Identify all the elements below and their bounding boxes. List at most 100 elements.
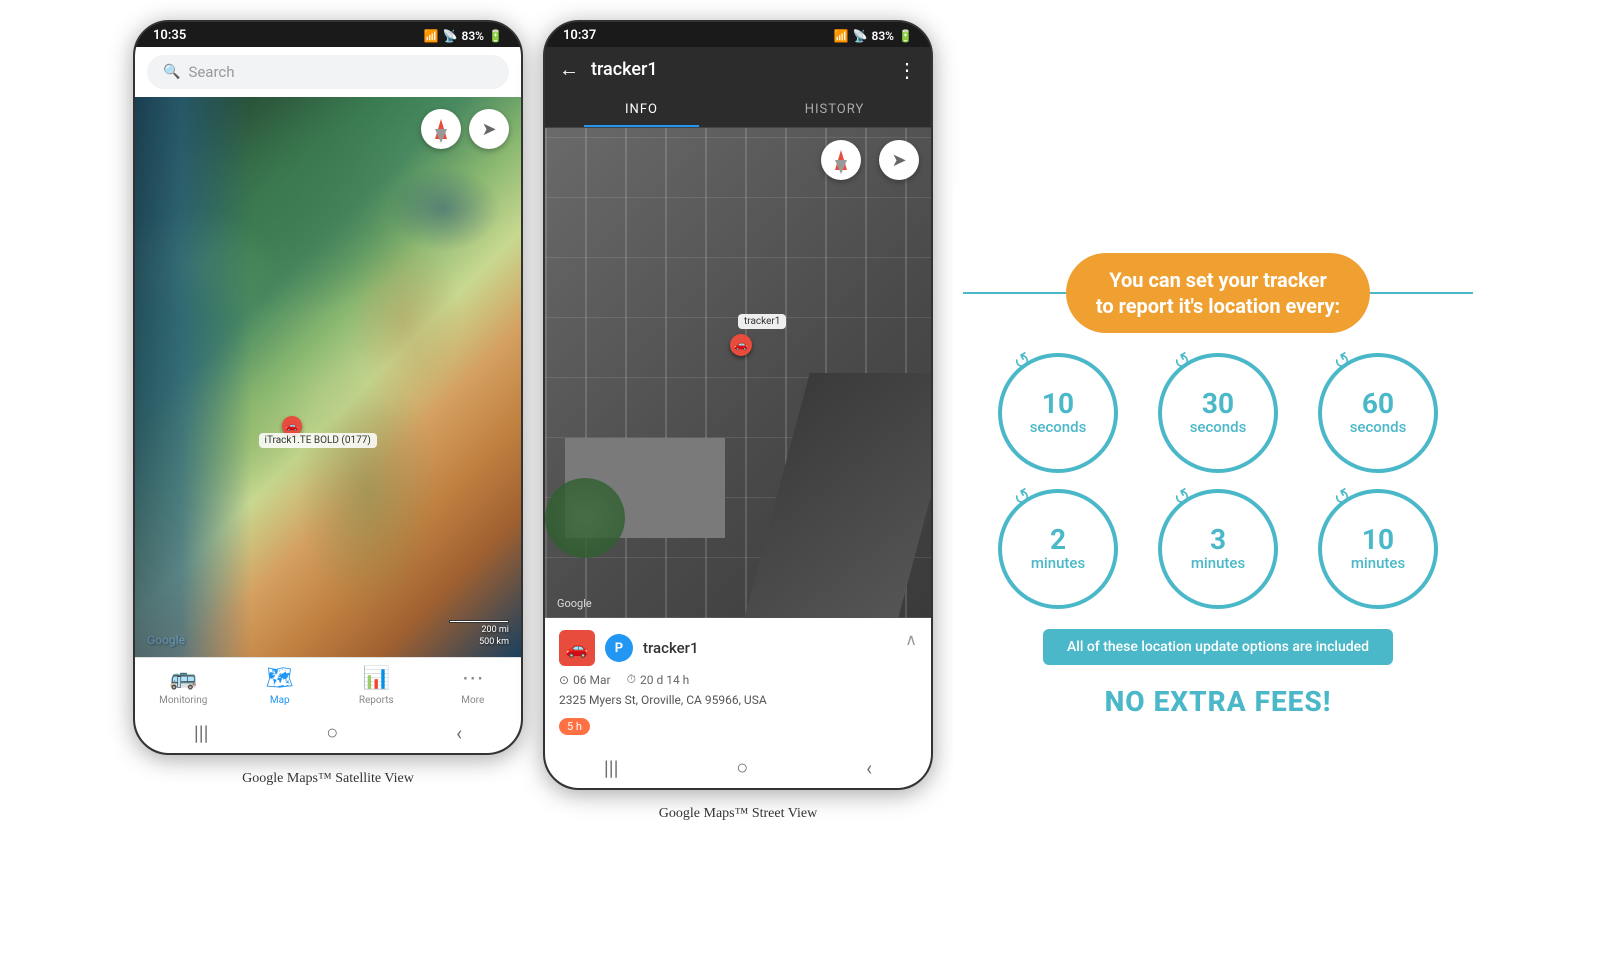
nav-monitoring[interactable]: 🚌 Monitoring xyxy=(135,658,232,712)
phone1-frame: 10:35 📶 📡 83% 🔋 🔍 Search ➤ � xyxy=(133,20,523,755)
phone1-search-bar: 🔍 Search xyxy=(135,47,521,97)
p2-compass-arrow-icon xyxy=(835,150,847,170)
phone1-time: 10:35 xyxy=(153,28,186,43)
search-placeholder: Search xyxy=(188,63,234,81)
phone1-status-icons: 📶 📡 83% 🔋 xyxy=(424,29,503,43)
navigation-button[interactable]: ➤ xyxy=(469,109,509,149)
arrow-60sec-icon: ↺ xyxy=(1329,346,1356,375)
map-label: Map xyxy=(270,695,290,706)
interval-10sec: ↺ 10 seconds xyxy=(998,353,1118,473)
tab-history[interactable]: HISTORY xyxy=(738,92,931,127)
car-icon: 🚗 xyxy=(285,421,297,432)
aerial-map[interactable]: ➤ 🚗 tracker1 Google xyxy=(545,128,931,618)
monitoring-icon: 🚌 xyxy=(170,666,197,691)
interval-60sec: ↺ 60 seconds xyxy=(1318,353,1438,473)
collapse-button[interactable]: ∧ xyxy=(905,630,917,649)
monitoring-label: Monitoring xyxy=(159,695,207,706)
more-options-button[interactable]: ⋮ xyxy=(897,58,917,82)
time-badge: 5 h xyxy=(559,718,590,735)
map-scale: 200 mi 500 km xyxy=(449,620,509,647)
info-title-box: You can set your tracker to report it's … xyxy=(1066,253,1370,333)
clock-icon: ⊙ xyxy=(559,673,569,687)
search-box[interactable]: 🔍 Search xyxy=(147,55,509,89)
arrow-10min-icon: ↺ xyxy=(1329,482,1356,511)
p2-google-watermark: Google xyxy=(557,597,592,610)
unit-2min: minutes xyxy=(1031,554,1085,572)
unit-3min: minutes xyxy=(1191,554,1245,572)
phone1-status-bar: 10:35 📶 📡 83% 🔋 xyxy=(135,22,521,47)
p2-car-marker[interactable]: 🚗 xyxy=(730,334,752,356)
num-60sec: 60 xyxy=(1362,390,1394,418)
tracker-info-name: tracker1 xyxy=(643,639,699,657)
included-banner: All of these location update options are… xyxy=(1043,629,1393,665)
back-gesture[interactable]: ||| xyxy=(194,721,209,745)
interval-10min: ↺ 10 minutes xyxy=(1318,489,1438,609)
tracker-date: ⊙ 06 Mar xyxy=(559,673,611,687)
num-10sec: 10 xyxy=(1042,390,1074,418)
scale-500km: 500 km xyxy=(479,637,509,647)
num-10min: 10 xyxy=(1362,526,1394,554)
arrow-30sec-icon: ↺ xyxy=(1169,346,1196,375)
tracker-address: 2325 Myers St, Oroville, CA 95966, USA xyxy=(559,693,917,707)
car-label: iTrack1.TE BOLD (0177) xyxy=(259,433,377,448)
num-3min: 3 xyxy=(1210,526,1226,554)
tracker-header: ← tracker1 ⋮ xyxy=(545,47,931,92)
phone2-status-icons: 📶 📡 83% 🔋 xyxy=(834,29,913,43)
tracker-car-icon: 🚗 xyxy=(559,630,595,666)
home-gesture[interactable]: ○ xyxy=(326,720,338,745)
tracker-info-header: 🚗 P tracker1 ∧ xyxy=(559,630,917,666)
tracker-duration-val: 20 d 14 h xyxy=(640,673,689,687)
nav-reports[interactable]: 📊 Reports xyxy=(328,658,425,712)
google-watermark: Google xyxy=(147,633,185,647)
tree-cluster xyxy=(545,478,625,558)
tracker-title: tracker1 xyxy=(591,59,885,80)
p2-navigation-button[interactable]: ➤ xyxy=(879,140,919,180)
title-line2: to report it's location every: xyxy=(1096,294,1340,318)
p2-recent-gesture[interactable]: ‹ xyxy=(866,756,872,780)
unit-10min: minutes xyxy=(1351,554,1405,572)
p2-compass[interactable] xyxy=(821,140,861,180)
search-icon: 🔍 xyxy=(163,64,180,80)
p2-battery-icon: 🔋 xyxy=(898,29,913,43)
nav-map[interactable]: 🗺 Map xyxy=(232,658,329,712)
history-tab-label: HISTORY xyxy=(805,102,865,117)
satellite-map[interactable]: ➤ 🚗 iTrack1.TE BOLD (0177) Google 200 mi… xyxy=(135,97,521,657)
p2-signal-icon: 📶 xyxy=(834,29,849,43)
battery-text: 83% xyxy=(461,29,484,43)
unit-60sec: seconds xyxy=(1350,418,1407,436)
num-2min: 2 xyxy=(1050,526,1066,554)
tracker-info-panel: 🚗 P tracker1 ∧ ⊙ 06 Mar ⏱ 20 d 14 h 2325… xyxy=(545,618,931,747)
recent-gesture[interactable]: ‹ xyxy=(456,721,462,745)
title-line1: You can set your tracker xyxy=(1109,268,1327,292)
phone2-caption: Google Maps™ Street View xyxy=(659,806,817,822)
phone2-wrapper: 10:37 📶 📡 83% 🔋 ← tracker1 ⋮ INFO HISTOR… xyxy=(543,20,933,822)
back-button[interactable]: ← xyxy=(559,57,579,82)
reports-label: Reports xyxy=(359,695,394,706)
interval-30sec: ↺ 30 seconds xyxy=(1158,353,1278,473)
gesture-bar: ||| ○ ‹ xyxy=(135,712,521,753)
tracker-map-label: tracker1 xyxy=(738,314,786,329)
intervals-grid: ↺ 10 seconds ↺ 30 seconds ↺ 60 seconds ↺… xyxy=(988,353,1448,609)
phone1-caption: Google Maps™ Satellite View xyxy=(242,771,414,787)
phone2-frame: 10:37 📶 📡 83% 🔋 ← tracker1 ⋮ INFO HISTOR… xyxy=(543,20,933,790)
p2-home-gesture[interactable]: ○ xyxy=(736,755,748,780)
phone1-wrapper: 10:35 📶 📡 83% 🔋 🔍 Search ➤ � xyxy=(133,20,523,787)
battery-icon: 🔋 xyxy=(488,29,503,43)
bottom-nav: 🚌 Monitoring 🗺 Map 📊 Reports ⋯ More xyxy=(135,657,521,712)
arrow-2min-icon: ↺ xyxy=(1009,482,1036,511)
parking-badge-icon: P xyxy=(605,634,633,662)
tab-info[interactable]: INFO xyxy=(545,92,738,127)
info-title: You can set your tracker to report it's … xyxy=(1096,267,1340,319)
nav-more[interactable]: ⋯ More xyxy=(425,658,522,712)
p2-navigation-icon: ➤ xyxy=(891,150,906,171)
more-icon: ⋯ xyxy=(462,666,484,691)
compass-button[interactable] xyxy=(421,109,461,149)
p2-back-gesture[interactable]: ||| xyxy=(604,756,619,780)
wifi-icon: 📡 xyxy=(443,29,458,43)
reports-icon: 📊 xyxy=(363,666,390,691)
navigation-icon: ➤ xyxy=(481,119,496,140)
no-fees-text: NO EXTRA FEES! xyxy=(1105,685,1332,718)
timer-icon: ⏱ xyxy=(627,672,636,687)
unit-30sec: seconds xyxy=(1190,418,1247,436)
arrow-10sec-icon: ↺ xyxy=(1009,346,1036,375)
